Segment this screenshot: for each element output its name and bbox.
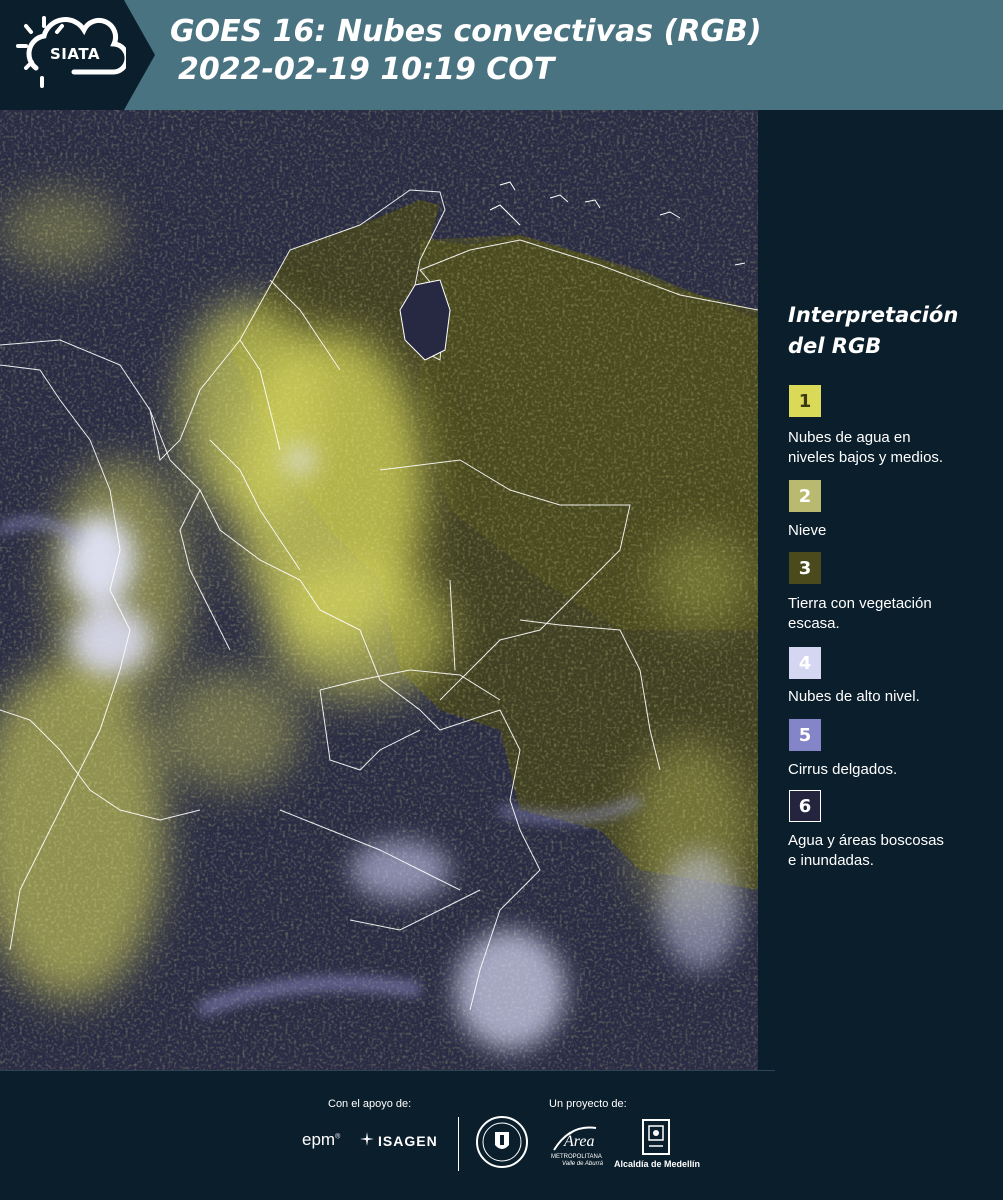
legend-number-1: 1	[798, 390, 812, 412]
legend-label-4-line1: Nubes de alto nivel.	[788, 688, 920, 705]
legend-label-1-line1: Nubes de agua en	[788, 429, 911, 446]
legend-label-5-line1: Cirrus delgados.	[788, 761, 898, 778]
page-timestamp: 2022-02-19 10:19 COT	[178, 52, 555, 87]
isagen-logo[interactable]: ISAGEN	[378, 1133, 438, 1149]
epm-logo[interactable]: epm®	[302, 1130, 340, 1150]
support-label: Con el apoyo de:	[328, 1098, 412, 1110]
legend-number-6: 6	[798, 795, 812, 817]
satellite-image	[0, 110, 758, 1070]
legend-number-3: 3	[798, 557, 812, 579]
legend-number-5: 5	[798, 724, 812, 746]
legend-label-3-line1: Tierra con vegetación	[788, 595, 932, 612]
legend-title-line1: Interpretación	[788, 303, 959, 327]
epm-logo-text: epm	[302, 1130, 336, 1149]
alcaldia-label: Alcaldía de Medellín	[614, 1159, 701, 1169]
siata-logo[interactable]: SIATA	[0, 0, 155, 110]
legend-label-6-line1: Agua y áreas boscosas	[788, 832, 944, 849]
legend-label-6: Agua y áreas boscosas e inundadas.	[788, 831, 998, 871]
siata-logo-text: SIATA	[50, 45, 101, 63]
footer-vertical-divider	[458, 1117, 459, 1171]
legend-swatch-4: 4	[789, 647, 821, 679]
legend-label-3-line2: escasa.	[788, 615, 840, 632]
legend-title-line2: del RGB	[788, 334, 882, 358]
legend-swatch-5: 5	[789, 719, 821, 751]
satellite-map[interactable]	[0, 110, 758, 1070]
legend-number-2: 2	[798, 485, 812, 507]
legend-label-4: Nubes de alto nivel.	[788, 687, 998, 707]
legend-swatch-6: 6	[789, 790, 821, 822]
header-bar: SIATA GOES 16: Nubes convectivas (RGB) 2…	[0, 0, 1003, 110]
area-metropolitana-label: METROPOLITANA	[551, 1154, 602, 1160]
alcaldia-shield-icon[interactable]	[641, 1118, 671, 1156]
area-metropolitana-logo-icon[interactable]: Área	[550, 1120, 600, 1154]
legend-label-6-line2: e inundadas.	[788, 852, 874, 869]
legend-label-3: Tierra con vegetación escasa.	[788, 594, 998, 634]
page-title: GOES 16: Nubes convectivas (RGB)	[170, 14, 762, 49]
legend-swatch-1: 1	[789, 385, 821, 417]
footer: Con el apoyo de: Un proyecto de: epm® IS…	[0, 1070, 1003, 1200]
valle-aburra-label: Valle de Aburrá	[562, 1161, 603, 1167]
svg-text:Área: Área	[563, 1131, 595, 1150]
legend-label-5: Cirrus delgados.	[788, 760, 998, 780]
legend-label-2: Nieve	[788, 521, 998, 541]
legend-number-4: 4	[798, 652, 812, 674]
isagen-star-icon	[360, 1132, 374, 1146]
legend-swatch-2: 2	[789, 480, 821, 512]
legend-label-2-line1: Nieve	[788, 522, 827, 539]
medellin-seal-icon[interactable]	[475, 1115, 529, 1169]
legend-label-1: Nubes de agua en niveles bajos y medios.	[788, 428, 998, 468]
legend-title: Interpretación del RGB	[788, 300, 998, 362]
legend-swatch-3: 3	[789, 552, 821, 584]
footer-divider-line	[0, 1070, 775, 1071]
project-label: Un proyecto de:	[549, 1098, 627, 1110]
rgb-legend: Interpretación del RGB 1 Nubes de agua e…	[758, 110, 1003, 1070]
legend-label-1-line2: niveles bajos y medios.	[788, 449, 944, 466]
